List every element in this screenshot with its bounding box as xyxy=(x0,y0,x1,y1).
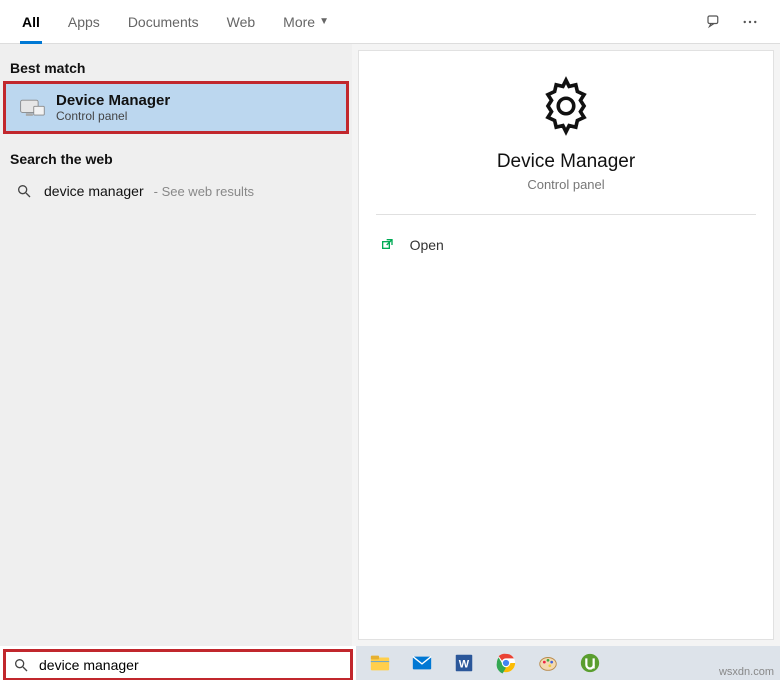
tab-label: More xyxy=(283,14,315,30)
device-manager-icon xyxy=(18,94,46,122)
web-result-sub: - See web results xyxy=(154,184,254,199)
search-tabs-bar: All Apps Documents Web More ▼ xyxy=(0,0,780,44)
preview-subtitle: Control panel xyxy=(527,177,604,192)
chevron-down-icon: ▼ xyxy=(319,16,329,27)
topbar-actions xyxy=(700,8,772,36)
gear-icon xyxy=(535,75,597,137)
divider xyxy=(376,214,757,215)
best-match-text: Device Manager Control panel xyxy=(56,92,170,123)
best-match-header: Best match xyxy=(0,52,352,82)
best-match-item-device-manager[interactable]: Device Manager Control panel xyxy=(4,82,348,133)
tab-label: All xyxy=(22,14,40,30)
web-result-device-manager[interactable]: device manager - See web results xyxy=(0,173,352,209)
preview-card: Device Manager Control panel Open xyxy=(358,50,774,640)
taskbar-paint-icon[interactable] xyxy=(534,649,562,677)
open-label: Open xyxy=(410,237,444,253)
search-input[interactable] xyxy=(39,657,343,673)
tab-label: Web xyxy=(227,14,256,30)
taskbar-mail-icon[interactable] xyxy=(408,649,436,677)
best-match-title: Device Manager xyxy=(56,92,170,109)
main: Best match Device Manager Control panel … xyxy=(0,44,780,646)
search-icon xyxy=(13,657,29,673)
tab-label: Documents xyxy=(128,14,199,30)
tab-label: Apps xyxy=(68,14,100,30)
taskbar-word-icon[interactable]: W xyxy=(450,649,478,677)
taskbar-chrome-icon[interactable] xyxy=(492,649,520,677)
results-pane: Best match Device Manager Control panel … xyxy=(0,44,352,646)
watermark: wsxdn.com xyxy=(719,666,774,678)
taskbar-file-explorer-icon[interactable] xyxy=(366,649,394,677)
web-result-term: device manager xyxy=(44,183,144,199)
search-icon xyxy=(14,181,34,201)
svg-text:W: W xyxy=(459,659,470,671)
tab-apps[interactable]: Apps xyxy=(54,0,114,43)
tab-all[interactable]: All xyxy=(8,0,54,43)
open-icon xyxy=(380,237,396,253)
open-action[interactable]: Open xyxy=(376,231,757,259)
more-options-icon[interactable] xyxy=(736,8,764,36)
feedback-icon[interactable] xyxy=(700,8,728,36)
taskbar-utorrent-icon[interactable] xyxy=(576,649,604,677)
tab-documents[interactable]: Documents xyxy=(114,0,213,43)
tabs: All Apps Documents Web More ▼ xyxy=(8,0,700,43)
search-web-header: Search the web xyxy=(0,143,352,173)
preview-pane: Device Manager Control panel Open xyxy=(352,44,780,646)
taskbar: W wsxdn.com xyxy=(356,646,780,680)
tab-web[interactable]: Web xyxy=(213,0,270,43)
search-box[interactable] xyxy=(4,650,352,680)
bottom-bar: W wsxdn.com xyxy=(0,646,780,680)
best-match-subtitle: Control panel xyxy=(56,109,170,123)
preview-title: Device Manager xyxy=(497,151,635,173)
tab-more[interactable]: More ▼ xyxy=(269,0,343,43)
